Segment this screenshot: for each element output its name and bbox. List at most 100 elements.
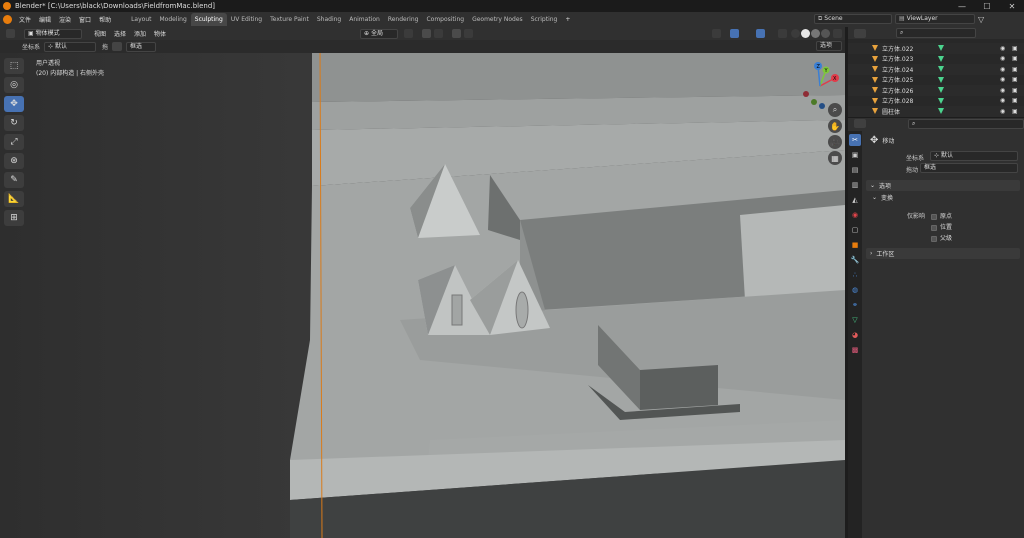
add-workspace-button[interactable]: + <box>561 16 574 23</box>
tab-modifiers[interactable]: 🔧 <box>849 254 861 266</box>
eye-icon[interactable]: ◉ <box>1000 97 1005 104</box>
proportional-edit-icon[interactable] <box>452 29 461 38</box>
outliner-item[interactable]: 立方体.024 ◉ ▣ <box>848 64 1024 75</box>
shading-options-icon[interactable] <box>833 29 842 38</box>
tab-geometry-nodes[interactable]: Geometry Nodes <box>468 13 527 26</box>
pivot-icon[interactable] <box>404 29 413 38</box>
outliner-item[interactable]: 立方体.023 ◉ ▣ <box>848 54 1024 65</box>
eye-icon[interactable]: ◉ <box>1000 45 1005 52</box>
drag-select-icon[interactable] <box>112 42 123 51</box>
eye-icon[interactable]: ◉ <box>1000 66 1005 73</box>
falloff-icon[interactable] <box>464 29 473 38</box>
neg-x-icon[interactable] <box>803 91 809 97</box>
tab-material[interactable]: ◕ <box>849 329 861 341</box>
snap-icon[interactable] <box>422 29 431 38</box>
select-box-tool[interactable]: ⬚ <box>4 58 24 74</box>
snap-target-icon[interactable] <box>434 29 443 38</box>
tab-object[interactable]: ■ <box>849 239 861 251</box>
outliner-type-icon[interactable] <box>854 28 866 38</box>
render-camera-icon[interactable]: ▣ <box>1012 76 1018 83</box>
cursor-tool[interactable]: ◎ <box>4 77 24 93</box>
outliner-search-input[interactable]: ⌕ <box>896 28 976 38</box>
menu-render[interactable]: 渲染 <box>55 15 75 24</box>
tab-output[interactable]: ▤ <box>849 164 861 176</box>
camera-view-button[interactable]: 🎥 <box>828 135 842 149</box>
properties-search-input[interactable]: ⌕ <box>908 118 1024 129</box>
eye-icon[interactable]: ◉ <box>1000 108 1005 115</box>
tab-shading[interactable]: Shading <box>313 13 345 26</box>
tab-world[interactable]: ◉ <box>849 209 861 221</box>
tab-constraints[interactable]: ⚭ <box>849 299 861 311</box>
tab-texture-paint[interactable]: Texture Paint <box>266 13 313 26</box>
outliner-item[interactable]: 立方体.026 ◉ ▣ <box>848 85 1024 96</box>
rotate-tool[interactable]: ↻ <box>4 115 24 131</box>
shading-material-icon[interactable] <box>811 29 820 38</box>
tab-render[interactable]: ▣ <box>849 149 861 161</box>
workspace-panel-header[interactable]: › 工作区 <box>866 248 1020 259</box>
render-camera-icon[interactable]: ▣ <box>1012 45 1018 52</box>
tab-compositing[interactable]: Compositing <box>422 13 468 26</box>
properties-type-icon[interactable] <box>854 119 866 128</box>
visibility-icon[interactable] <box>712 29 721 38</box>
outliner-item[interactable]: 立方体.025 ◉ ▣ <box>848 75 1024 86</box>
render-camera-icon[interactable]: ▣ <box>1012 87 1018 94</box>
neg-y-icon[interactable] <box>811 99 817 105</box>
options-dropdown[interactable]: 选项 <box>816 41 842 51</box>
close-button[interactable]: ✕ <box>1000 0 1024 12</box>
tab-particles[interactable]: ∴ <box>849 269 861 281</box>
annotate-tool[interactable]: ✎ <box>4 172 24 188</box>
render-camera-icon[interactable]: ▣ <box>1012 66 1018 73</box>
scene-selector[interactable]: ⧉ Scene <box>814 14 892 24</box>
shading-solid-icon[interactable] <box>801 29 810 38</box>
pan-button[interactable]: ✋ <box>828 119 842 133</box>
editor-type-icon[interactable] <box>6 29 15 38</box>
menu-select[interactable]: 选择 <box>110 29 130 38</box>
filter-icon[interactable]: ▽ <box>978 15 984 24</box>
measure-tool[interactable]: 📐 <box>4 191 24 207</box>
eye-icon[interactable]: ◉ <box>1000 55 1005 62</box>
move-tool[interactable]: ✥ <box>4 96 24 112</box>
ortho-toggle-button[interactable]: ▦ <box>828 151 842 165</box>
xray-icon[interactable] <box>778 29 787 38</box>
menu-object[interactable]: 物体 <box>150 29 170 38</box>
options-panel-header[interactable]: ⌄ 选项 <box>866 180 1020 191</box>
prop-coord-dropdown[interactable]: ⊹ 默认 <box>930 151 1018 161</box>
tab-layout[interactable]: Layout <box>127 13 155 26</box>
view-layer-selector[interactable]: ▤ ViewLayer <box>895 14 975 24</box>
minimize-button[interactable]: — <box>950 0 974 12</box>
maximize-button[interactable]: ☐ <box>975 0 999 12</box>
tab-uv-editing[interactable]: UV Editing <box>227 13 266 26</box>
render-camera-icon[interactable]: ▣ <box>1012 97 1018 104</box>
gizmo-toggle-icon[interactable] <box>730 29 739 38</box>
zoom-button[interactable]: ⌕ <box>828 103 842 117</box>
shading-rendered-icon[interactable] <box>821 29 830 38</box>
add-cube-tool[interactable]: ⊞ <box>4 210 24 226</box>
tab-collection[interactable]: ▢ <box>849 224 861 236</box>
menu-window[interactable]: 窗口 <box>75 15 95 24</box>
tab-view-layer[interactable]: ▥ <box>849 179 861 191</box>
tab-scene[interactable]: ◭ <box>849 194 861 206</box>
outliner-item[interactable]: 立方体.028 ◉ ▣ <box>848 96 1024 107</box>
outliner-item[interactable]: 圆柱体 ◉ ▣ <box>848 106 1024 117</box>
shading-wireframe-icon[interactable] <box>791 29 800 38</box>
eye-icon[interactable]: ◉ <box>1000 87 1005 94</box>
prop-drag-dropdown[interactable]: 框选 <box>920 163 1018 173</box>
coord-dropdown[interactable]: ⊹ 默认 <box>44 41 97 52</box>
drag-dropdown[interactable]: 框选 <box>126 41 157 52</box>
render-camera-icon[interactable]: ▣ <box>1012 108 1018 115</box>
transform-orientation-dropdown[interactable]: ⊕ 全局 <box>360 28 398 39</box>
neg-z-icon[interactable] <box>819 103 825 109</box>
menu-file[interactable]: 文件 <box>15 15 35 24</box>
menu-edit[interactable]: 编辑 <box>35 15 55 24</box>
transform-tool[interactable]: ⊛ <box>4 153 24 169</box>
tab-scripting[interactable]: Scripting <box>527 13 562 26</box>
render-camera-icon[interactable]: ▣ <box>1012 55 1018 62</box>
tab-sculpting[interactable]: Sculpting <box>190 13 227 26</box>
transform-subpanel-header[interactable]: ⌄ 变换 <box>872 193 893 202</box>
3d-viewport[interactable]: 用户透视 (20) 内部构造 | 右侧外壳 <box>0 40 845 538</box>
tab-rendering[interactable]: Rendering <box>384 13 423 26</box>
overlay-toggle-icon[interactable] <box>756 29 765 38</box>
tab-data[interactable]: ▽ <box>849 314 861 326</box>
tab-modeling[interactable]: Modeling <box>155 13 190 26</box>
tab-tool[interactable]: ✂ <box>849 134 861 146</box>
